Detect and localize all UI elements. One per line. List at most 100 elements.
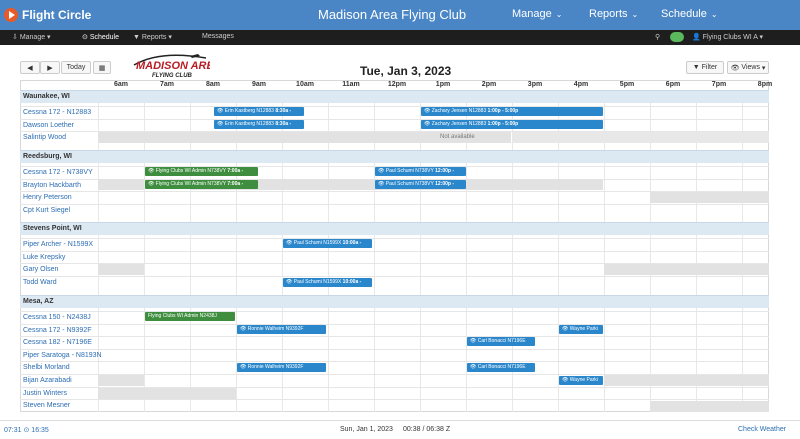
- subnav-schedule-label: Schedule: [89, 34, 120, 41]
- resource-link[interactable]: Cessna 172 - N9392F: [23, 327, 91, 334]
- weather-status-badge[interactable]: [670, 32, 684, 42]
- reservation-block[interactable]: 👁 Paul Schumi N1599X 10:00a -: [283, 239, 372, 248]
- subnav-schedule[interactable]: ⊙ Schedule: [82, 33, 119, 41]
- schedule-row[interactable]: Todd Ward: [20, 275, 769, 288]
- resource-link[interactable]: Gary Olsen: [23, 266, 58, 273]
- resource-link[interactable]: Brayton Hackbarth: [23, 182, 81, 189]
- hour-label: 11am: [342, 81, 360, 88]
- reservation-block[interactable]: 👁 Wayne Parki: [559, 376, 603, 385]
- resource-link[interactable]: Shelbi Morland: [23, 364, 70, 371]
- schedule-row[interactable]: Dawson Loether: [20, 118, 769, 131]
- reservation-block[interactable]: 👁 Zachary Jensen N12883 1:00p - 5:00p: [421, 120, 603, 129]
- user-menu[interactable]: 👤 Flying Clubs WI A ▾: [692, 33, 763, 41]
- secondary-navbar: ⇩ Manage ▾ ⊙ Schedule ▼ Reports ▾ Messag…: [0, 30, 800, 45]
- subnav-manage-label: Manage: [19, 34, 46, 41]
- filter-button[interactable]: ▼ Filter: [686, 61, 724, 74]
- reservation-time: 12:00p -: [435, 181, 455, 187]
- reservation-block[interactable]: 👁 Paul Schumi N1599X 10:00a -: [283, 278, 372, 287]
- resource-link[interactable]: Cpt Kurt Siegel: [23, 207, 70, 214]
- reservation-block[interactable]: 👁 Zachary Jensen N12883 1:00p - 5:00p: [421, 107, 603, 116]
- calendar-icon[interactable]: ▦: [93, 61, 111, 74]
- reservation-block[interactable]: 👁 Carl Bonacci N7196E: [467, 363, 535, 372]
- resource-link[interactable]: Luke Krepsky: [23, 254, 65, 261]
- location-section: Waunakee, WI: [20, 90, 769, 103]
- hour-label: 6pm: [665, 81, 681, 88]
- location-section: Mesa, AZ: [20, 295, 769, 308]
- hour-label: 5pm: [619, 81, 635, 88]
- reservation-time: 8:30a -: [275, 108, 292, 114]
- brand[interactable]: Flight Circle: [4, 5, 91, 25]
- hour-label: 12pm: [387, 81, 407, 88]
- resource-link[interactable]: Henry Peterson: [23, 194, 72, 201]
- reservation-time: 8:30a -: [275, 121, 292, 127]
- views-button[interactable]: 👁 Views ▾: [727, 61, 769, 74]
- reservation-block[interactable]: 👁 Paul Schumi N738VY 12:00p -: [375, 167, 466, 176]
- schedule-row[interactable]: Cessna 172 - N9392F: [20, 323, 769, 336]
- resource-link[interactable]: Justin Winters: [23, 390, 67, 397]
- reservation-label: Erin Kastberg N12883: [224, 108, 274, 114]
- reservation-time: 7:00a -: [227, 168, 244, 174]
- resource-link[interactable]: Cessna 182 - N7196E: [23, 339, 92, 346]
- resource-link[interactable]: Dawson Loether: [23, 122, 74, 129]
- reservation-label: Flying Clubs WI Admin N738VY: [155, 168, 226, 174]
- unavailable-block: [604, 375, 769, 386]
- schedule-row[interactable]: Cessna 182 - N7196E: [20, 336, 769, 348]
- reservation-block[interactable]: 👁 Ronnie Walheim N9392F: [237, 363, 326, 372]
- unavailable-block: [650, 401, 769, 412]
- subnav-reports[interactable]: ▼ Reports ▾: [133, 33, 172, 41]
- subnav-messages[interactable]: Messages: [202, 33, 234, 40]
- today-button[interactable]: Today: [61, 61, 91, 74]
- location-section: Stevens Point, WI: [20, 222, 769, 235]
- reservation-block[interactable]: 👁 Paul Schumi N738VY 12:00p -: [375, 180, 466, 189]
- schedule-row[interactable]: Piper Saratoga - N8193N: [20, 348, 769, 361]
- reservation-block[interactable]: Flying Clubs WI Admin N2438J: [145, 312, 235, 321]
- reservation-time: 7:00a -: [227, 181, 244, 187]
- resource-link[interactable]: Cessna 172 - N738VY: [23, 169, 93, 176]
- search-icon[interactable]: ⚲: [655, 33, 660, 41]
- hour-header: 6am 7am 8am 9am 10am 11am 12pm 1pm 2pm 3pm 4pm 5pm 6…: [20, 80, 772, 90]
- reservation-label: Paul Schumi N1599X: [293, 279, 342, 285]
- unavailable-block: [512, 132, 769, 143]
- reservation-time: 10:00a -: [342, 279, 362, 285]
- unavailable-block: [98, 375, 144, 386]
- next-day-button[interactable]: ▶: [40, 61, 60, 74]
- resource-link[interactable]: Steven Mesner: [23, 402, 70, 409]
- resource-link[interactable]: Cessna 172 - N12883: [23, 109, 91, 116]
- reservation-label: Flying Clubs WI Admin N2438J: [148, 313, 217, 319]
- reservation-block[interactable]: 👁 Erin Kastberg N12883 8:30a -: [214, 107, 304, 116]
- schedule-row[interactable]: Cessna 150 - N2438J: [20, 311, 769, 323]
- reservation-label: Paul Schumi N738VY: [385, 168, 434, 174]
- resource-link[interactable]: Piper Archer - N1599X: [23, 241, 93, 248]
- nav-manage[interactable]: Manage ⌄: [512, 8, 562, 20]
- reservation-time: 1:00p - 5:00p: [487, 108, 519, 114]
- check-weather-link[interactable]: Check Weather: [738, 426, 786, 433]
- subnav-messages-label: Messages: [202, 33, 234, 40]
- resource-link[interactable]: Salintip Wood: [23, 134, 66, 141]
- reservation-label: Paul Schumi N1599X: [293, 240, 342, 246]
- nav-reports[interactable]: Reports ⌄: [589, 8, 638, 20]
- schedule-row[interactable]: Shelbi Morland: [20, 361, 769, 373]
- subnav-manage[interactable]: ⇩ Manage ▾: [12, 33, 51, 41]
- schedule-row[interactable]: Cessna 172 - N12883: [20, 106, 769, 118]
- schedule-row[interactable]: Luke Krepsky: [20, 250, 769, 263]
- resource-link[interactable]: Piper Saratoga - N8193N: [23, 352, 102, 359]
- reservation-block[interactable]: 👁 Wayne Parki: [559, 325, 603, 334]
- reservation-block[interactable]: 👁 Flying Clubs WI Admin N738VY 7:00a -: [145, 180, 258, 189]
- reservation-block[interactable]: 👁 Carl Bonacci N7196E: [467, 337, 535, 346]
- hour-label: 10am: [296, 81, 314, 88]
- schedule-row[interactable]: Piper Archer - N1599X: [20, 238, 769, 250]
- reservation-block[interactable]: 👁 Flying Clubs WI Admin N738VY 7:00a -: [145, 167, 258, 176]
- resource-link[interactable]: Todd Ward: [23, 279, 57, 286]
- hour-label: 7am: [159, 81, 174, 88]
- flight-circle-logo-icon: [4, 8, 18, 22]
- reservation-block[interactable]: 👁 Erin Kastberg N12883 8:30a -: [214, 120, 304, 129]
- svg-text:MADISON AREA: MADISON AREA: [136, 60, 210, 72]
- schedule-row[interactable]: Cpt Kurt Siegel: [20, 203, 769, 216]
- resource-link[interactable]: Cessna 150 - N2438J: [23, 314, 91, 321]
- reservation-label: Wayne Parki: [569, 377, 598, 383]
- nav-schedule[interactable]: Schedule ⌄: [661, 8, 718, 20]
- reservation-label: Zachary Jensen N12883: [431, 108, 487, 114]
- resource-link[interactable]: Bijan Azarabadi: [23, 377, 72, 384]
- prev-day-button[interactable]: ◀: [20, 61, 40, 74]
- reservation-block[interactable]: 👁 Ronnie Walheim N9392F: [237, 325, 326, 334]
